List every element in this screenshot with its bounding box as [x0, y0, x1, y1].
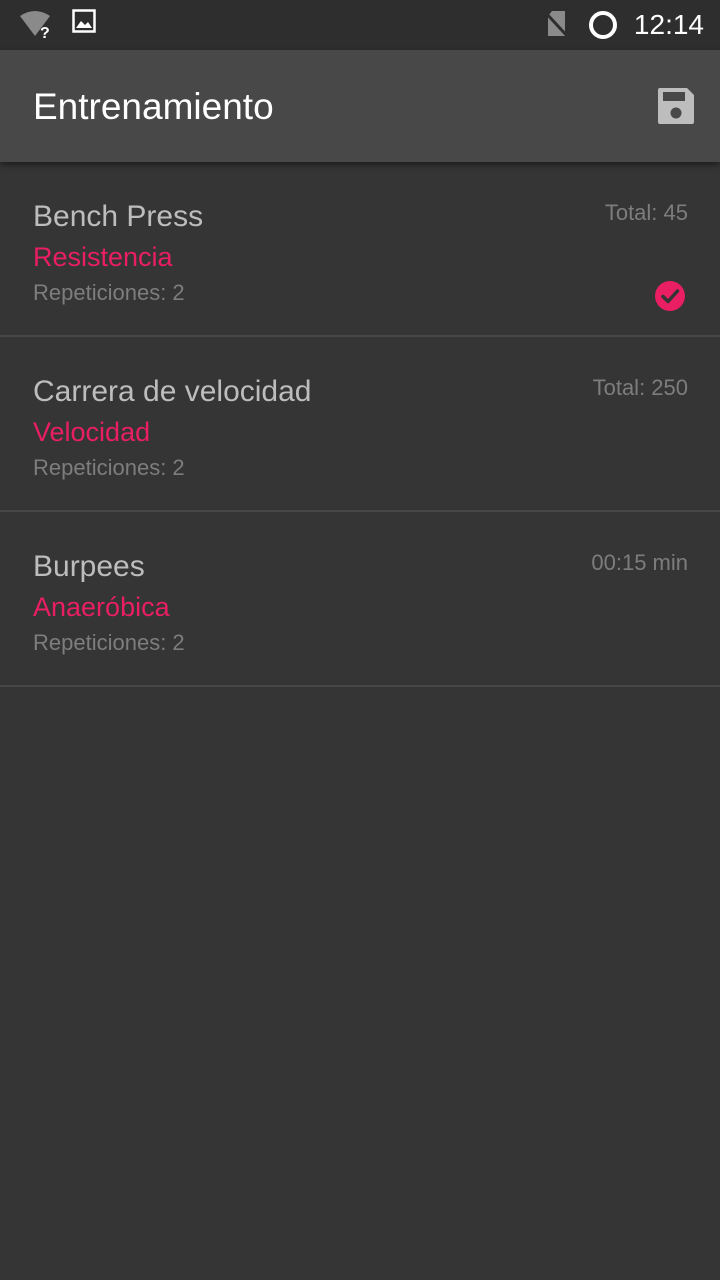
status-bar: ? 12:14	[0, 0, 720, 50]
exercise-reps: Repeticiones: 2	[33, 630, 185, 655]
status-time: 12:14	[633, 9, 704, 40]
check-circle-icon	[654, 280, 686, 312]
list-item[interactable]: Carrera de velocidad Velocidad Repeticio…	[0, 337, 720, 512]
exercise-name: Carrera de velocidad	[33, 375, 312, 408]
exercise-name: Bench Press	[33, 200, 204, 233]
exercise-name: Burpees	[33, 550, 145, 583]
save-button[interactable]	[654, 84, 698, 128]
exercise-duration: 00:15 min	[591, 550, 688, 575]
exercise-reps: Repeticiones: 2	[33, 455, 185, 480]
exercise-total: Total: 250	[592, 375, 688, 400]
no-sim-icon	[543, 9, 571, 44]
save-icon	[654, 88, 698, 132]
wifi-unknown-icon: ?	[18, 9, 54, 46]
exercise-category: Anaeróbica	[33, 592, 170, 622]
app-bar: Entrenamiento	[0, 50, 720, 162]
list-item[interactable]: Bench Press Resistencia Repeticiones: 2 …	[0, 162, 720, 337]
page-title: Entrenamiento	[33, 86, 274, 127]
exercise-category: Resistencia	[33, 242, 173, 272]
svg-text:?: ?	[40, 25, 50, 41]
sync-ring-icon	[587, 9, 619, 46]
exercise-reps: Repeticiones: 2	[33, 280, 185, 305]
image-icon	[72, 9, 96, 38]
list-item[interactable]: Burpees Anaeróbica Repeticiones: 2 00:15…	[0, 512, 720, 687]
exercise-list: Bench Press Resistencia Repeticiones: 2 …	[0, 162, 720, 687]
exercise-category: Velocidad	[33, 417, 151, 447]
exercise-total: Total: 45	[604, 200, 688, 225]
